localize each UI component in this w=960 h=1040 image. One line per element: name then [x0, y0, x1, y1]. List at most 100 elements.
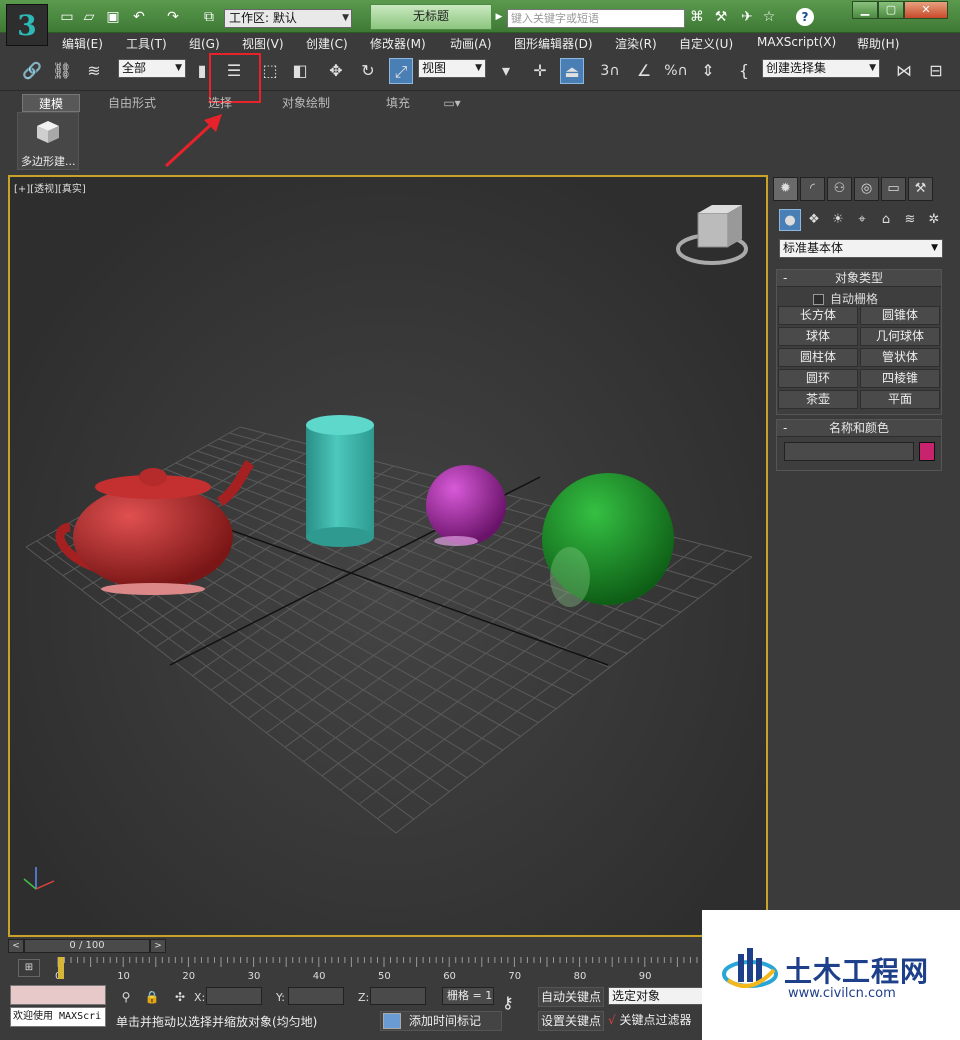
z-coordinate-input[interactable] [370, 987, 426, 1005]
isolate-selection-icon[interactable]: ⚲ [118, 989, 134, 1005]
curve-editor-icon[interactable]: ⊞ [18, 959, 40, 977]
time-prev-icon[interactable]: < [8, 939, 24, 953]
percent-snap-icon[interactable]: %∩ [664, 58, 688, 84]
hierarchy-tab-icon[interactable]: ⚇ [827, 177, 852, 201]
ribbon-options-icon[interactable]: ▭▾ [438, 94, 466, 112]
subscription-icon[interactable]: ⚒ [712, 8, 730, 26]
tube-button[interactable]: 管状体 [860, 348, 940, 367]
shapes-icon[interactable]: ❖ [803, 209, 825, 231]
maximize-button[interactable]: ▢ [878, 1, 904, 19]
lock-selection-icon[interactable]: 🔒 [144, 989, 160, 1005]
minimize-button[interactable]: ▁ [852, 1, 878, 19]
add-time-tag-button[interactable]: 添加时间标记 [380, 1011, 502, 1031]
redo-icon[interactable]: ↷ [164, 8, 182, 26]
cone-button[interactable]: 圆锥体 [860, 306, 940, 325]
menu-maxscript[interactable]: MAXScript(X) [757, 35, 836, 49]
display-tab-icon[interactable]: ▭ [881, 177, 906, 201]
y-coordinate-input[interactable] [288, 987, 344, 1005]
cameras-icon[interactable]: ⌖ [851, 209, 873, 231]
key-target-dropdown[interactable]: 选定对象 [608, 987, 704, 1005]
modify-tab-icon[interactable]: ◜ [800, 177, 825, 201]
menu-create[interactable]: 创建(C) [306, 35, 348, 52]
auto-key-button[interactable]: 自动关键点 [538, 987, 604, 1007]
binoculars-icon[interactable]: ⌘ [688, 8, 706, 26]
key-filters-button[interactable]: √ 关键点过滤器 [608, 1011, 704, 1031]
angle-snap-icon[interactable]: ∠ [632, 58, 656, 84]
help-button[interactable]: ? [796, 8, 814, 26]
rectangular-selection-icon[interactable]: ⬚ [258, 58, 282, 84]
communication-icon[interactable]: ✈ [738, 8, 756, 26]
menu-tools[interactable]: 工具(T) [126, 35, 167, 52]
favorites-star-icon[interactable]: ☆ [760, 8, 778, 26]
menu-modifiers[interactable]: 修改器(M) [370, 35, 426, 52]
motion-tab-icon[interactable]: ◎ [854, 177, 879, 201]
bind-space-warp-icon[interactable]: ≋ [82, 58, 106, 84]
perspective-viewport[interactable]: [+][透视][真实] [8, 175, 768, 937]
create-tab-icon[interactable]: ✹ [773, 177, 798, 201]
menu-help[interactable]: 帮助(H) [857, 35, 899, 52]
time-next-icon[interactable]: > [150, 939, 166, 953]
close-button[interactable]: ✕ [904, 1, 948, 19]
project-folder-icon[interactable]: ⧉ [200, 8, 218, 26]
undo-icon[interactable]: ↶ [130, 8, 148, 26]
tab-object-paint[interactable]: 对象绘制 [276, 94, 336, 112]
space-warps-icon[interactable]: ≋ [899, 209, 921, 231]
plane-button[interactable]: 平面 [860, 390, 940, 409]
mirror-icon[interactable]: ⋈ [892, 58, 916, 84]
open-file-icon[interactable]: ▱ [80, 8, 98, 26]
autogrid-checkbox[interactable]: 自动栅格 [813, 290, 878, 307]
named-selection-dropdown[interactable]: 创建选择集 ▼ [762, 59, 880, 78]
menu-animation[interactable]: 动画(A) [450, 35, 492, 52]
menu-graph-editors[interactable]: 图形编辑器(D) [514, 35, 593, 52]
torus-button[interactable]: 圆环 [778, 369, 858, 388]
align-icon[interactable]: ⊟ [924, 58, 948, 84]
cylinder-button[interactable]: 圆柱体 [778, 348, 858, 367]
polygon-modeling-button[interactable]: 多边形建... [17, 112, 79, 170]
save-icon[interactable]: ▣ [104, 8, 122, 26]
name-color-rollout-header[interactable]: - 名称和颜色 [777, 420, 941, 437]
geosphere-button[interactable]: 几何球体 [860, 327, 940, 346]
maxscript-mini-listener-output[interactable] [10, 985, 106, 1005]
edit-named-selection-icon[interactable]: { [732, 58, 756, 84]
window-crossing-icon[interactable]: ◧ [288, 58, 312, 84]
menu-rendering[interactable]: 渲染(R) [615, 35, 657, 52]
object-name-input[interactable] [784, 442, 914, 461]
selection-filter-dropdown[interactable]: 全部 ▼ [118, 59, 186, 78]
tab-populate[interactable]: 填充 [378, 94, 418, 112]
pyramid-button[interactable]: 四棱锥 [860, 369, 940, 388]
systems-icon[interactable]: ✲ [923, 209, 945, 231]
set-key-button[interactable]: 设置关键点 [538, 1011, 604, 1031]
geometry-category-dropdown[interactable]: 标准基本体 ▼ [779, 239, 943, 258]
keyboard-shortcut-override-icon[interactable]: ⏏ [560, 58, 584, 84]
object-type-rollout-header[interactable]: - 对象类型 [777, 270, 941, 287]
absolute-mode-icon[interactable]: ✣ [172, 989, 188, 1005]
menu-edit[interactable]: 编辑(E) [62, 35, 103, 52]
move-icon[interactable]: ✥ [324, 58, 348, 84]
teapot-button[interactable]: 茶壶 [778, 390, 858, 409]
menu-views[interactable]: 视图(V) [242, 35, 284, 52]
maxscript-listener-input[interactable]: 欢迎使用 MAXScri [10, 1007, 106, 1027]
tab-freeform[interactable]: 自由形式 [102, 94, 162, 112]
scale-icon[interactable]: ⤢ [389, 58, 413, 84]
spinner-snap-icon[interactable]: ⇕ [696, 58, 720, 84]
sphere-button[interactable]: 球体 [778, 327, 858, 346]
app-menu-logo[interactable]: 3 [6, 4, 48, 46]
reference-coordinate-dropdown[interactable]: 视图 ▼ [418, 59, 486, 78]
snaps-toggle-icon[interactable]: 3∩ [598, 58, 622, 84]
select-manipulate-icon[interactable]: ✛ [528, 58, 552, 84]
set-key-icon[interactable]: ⚷ [502, 993, 514, 1012]
workspace-dropdown[interactable]: 工作区: 默认 ▼ [224, 9, 352, 28]
search-expand-icon[interactable]: ▶ [490, 8, 508, 26]
viewport-label[interactable]: [+][透视][真实] [14, 180, 86, 195]
tab-modeling[interactable]: 建模 [22, 94, 80, 112]
pivot-center-icon[interactable]: ▾ [494, 58, 518, 84]
link-icon[interactable]: 🔗 [20, 58, 44, 84]
new-file-icon[interactable]: ▭ [58, 8, 76, 26]
menu-customize[interactable]: 自定义(U) [679, 35, 733, 52]
unlink-icon[interactable]: ⛓ [50, 58, 74, 84]
box-button[interactable]: 长方体 [778, 306, 858, 325]
lights-icon[interactable]: ☀ [827, 209, 849, 231]
helpers-icon[interactable]: ⌂ [875, 209, 897, 231]
utilities-tab-icon[interactable]: ⚒ [908, 177, 933, 201]
search-input[interactable]: 键入关键字或短语 [507, 9, 685, 28]
